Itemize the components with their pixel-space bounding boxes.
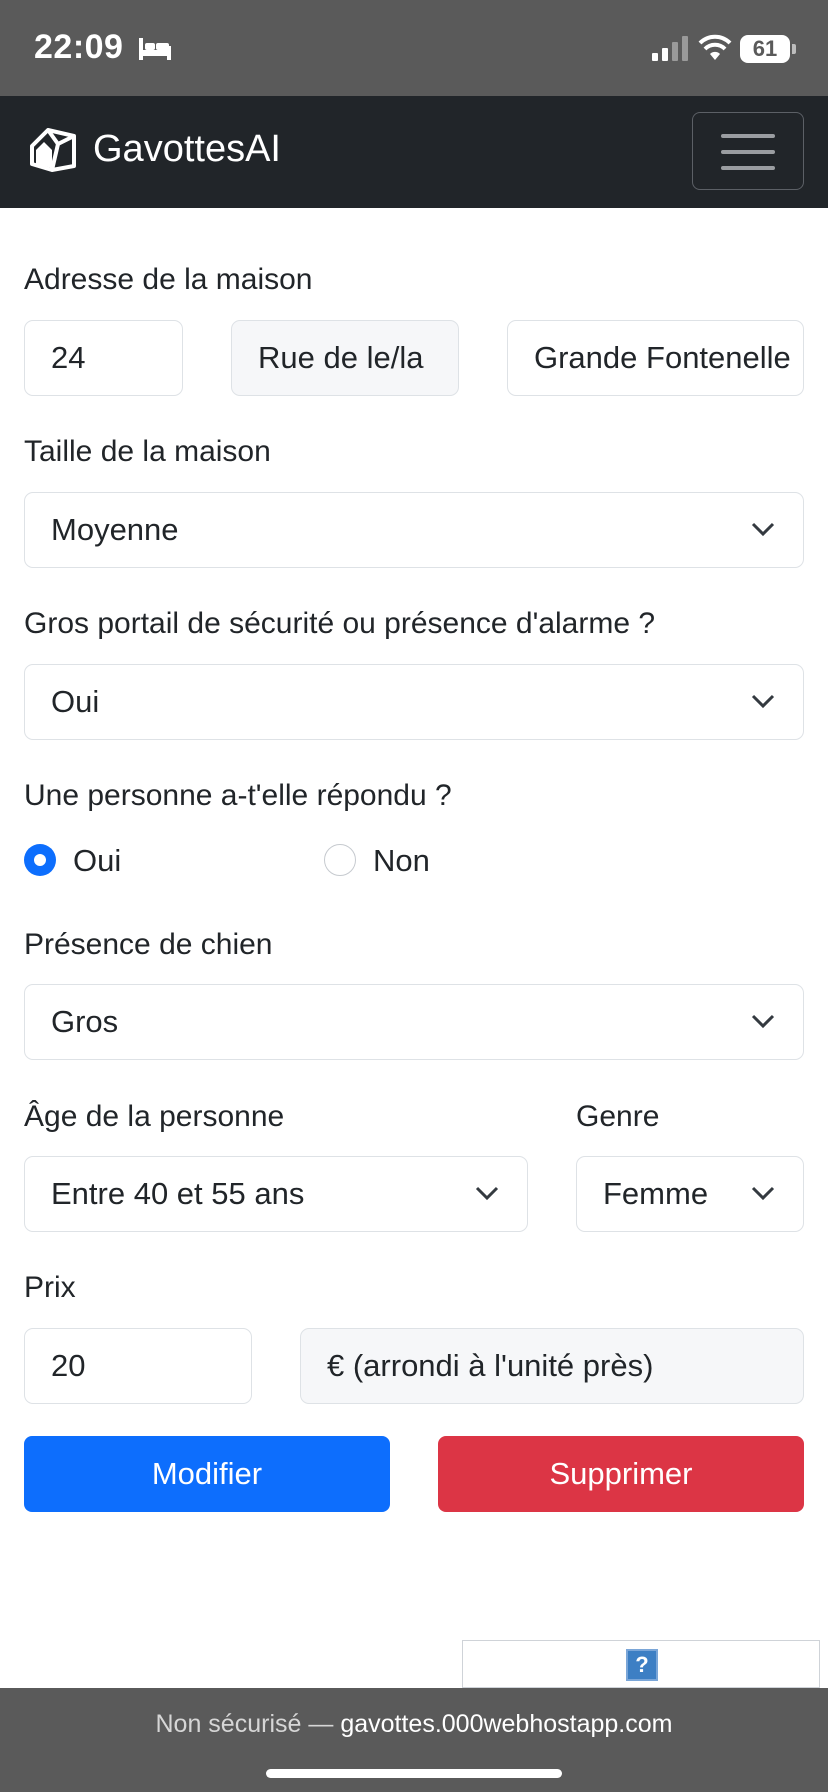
chevron-down-icon	[475, 1186, 499, 1201]
dog-label: Présence de chien	[24, 928, 273, 961]
status-bar: 22:09 61	[0, 0, 828, 96]
answered-label: Une personne a-t'elle répondu ?	[24, 779, 452, 812]
house-number-input[interactable]: 24	[24, 320, 183, 396]
street-type-addon: Rue de le/la	[231, 320, 459, 396]
delete-button[interactable]: Supprimer	[438, 1436, 804, 1512]
address-label: Adresse de la maison	[24, 263, 313, 296]
price-label: Prix	[24, 1271, 76, 1304]
house-size-label: Taille de la maison	[24, 435, 271, 468]
cellular-signal-icon	[652, 36, 688, 61]
house-size-select[interactable]: Moyenne	[24, 492, 804, 568]
price-input[interactable]: 20	[24, 1328, 252, 1404]
answered-yes-radio[interactable]	[24, 844, 56, 876]
hamburger-icon-line	[721, 150, 775, 154]
security-value: Oui	[51, 684, 100, 719]
gender-label: Genre	[576, 1100, 660, 1133]
chevron-down-icon	[751, 1186, 775, 1201]
age-label: Âge de la personne	[24, 1100, 285, 1133]
url-bar[interactable]: Non sécurisé — gavottes.000webhostapp.co…	[0, 1710, 828, 1739]
age-select[interactable]: Entre 40 et 55 ans	[24, 1156, 528, 1232]
help-icon[interactable]: ?	[626, 1649, 658, 1681]
gender-value: Femme	[603, 1176, 709, 1211]
battery-tip	[792, 44, 796, 54]
brand-title[interactable]: GavottesAI	[93, 128, 281, 171]
wifi-icon	[698, 34, 732, 60]
battery-level: 61	[752, 36, 778, 61]
dog-value: Gros	[51, 1004, 119, 1039]
insecure-label: Non sécurisé —	[155, 1710, 334, 1738]
answered-no-label[interactable]: Non	[373, 843, 430, 879]
navbar: GavottesAI	[0, 96, 828, 208]
house-size-value: Moyenne	[51, 512, 179, 547]
hamburger-icon-line	[721, 134, 775, 138]
price-unit-addon: € (arrondi à l'unité près)	[300, 1328, 804, 1404]
security-select[interactable]: Oui	[24, 664, 804, 740]
browser-bottom-bar: Non sécurisé — gavottes.000webhostapp.co…	[0, 1688, 828, 1792]
house-icon[interactable]	[28, 124, 78, 174]
url-domain: gavottes.000webhostapp.com	[340, 1710, 673, 1738]
chevron-down-icon	[751, 694, 775, 709]
answered-no-radio[interactable]	[324, 844, 356, 876]
answered-yes-label[interactable]: Oui	[73, 843, 121, 879]
gender-select[interactable]: Femme	[576, 1156, 804, 1232]
chevron-down-icon	[751, 1014, 775, 1029]
chevron-down-icon	[751, 522, 775, 537]
dog-select[interactable]: Gros	[24, 984, 804, 1060]
bed-icon	[139, 38, 171, 60]
modify-button[interactable]: Modifier	[24, 1436, 390, 1512]
hamburger-icon-line	[721, 166, 775, 170]
help-widget[interactable]: ?	[462, 1640, 820, 1688]
home-indicator[interactable]	[266, 1769, 562, 1778]
security-label: Gros portail de sécurité ou présence d'a…	[24, 607, 656, 640]
menu-toggle-button[interactable]	[692, 112, 804, 190]
age-value: Entre 40 et 55 ans	[51, 1176, 305, 1211]
status-time: 22:09	[34, 28, 124, 66]
street-name-input[interactable]: Grande Fontenelle	[507, 320, 804, 396]
battery-icon: 61	[740, 35, 790, 63]
